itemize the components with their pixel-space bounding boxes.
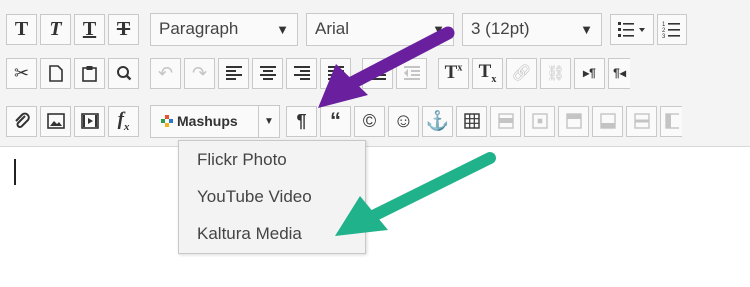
- text-editor: T T T T Paragraph ▼ Arial ▼ 3 (12pt) ▼ 1…: [0, 0, 750, 287]
- annotation-arrows: [318, 26, 496, 236]
- purple-arrow-icon: [318, 26, 455, 108]
- green-arrow-icon: [335, 152, 496, 236]
